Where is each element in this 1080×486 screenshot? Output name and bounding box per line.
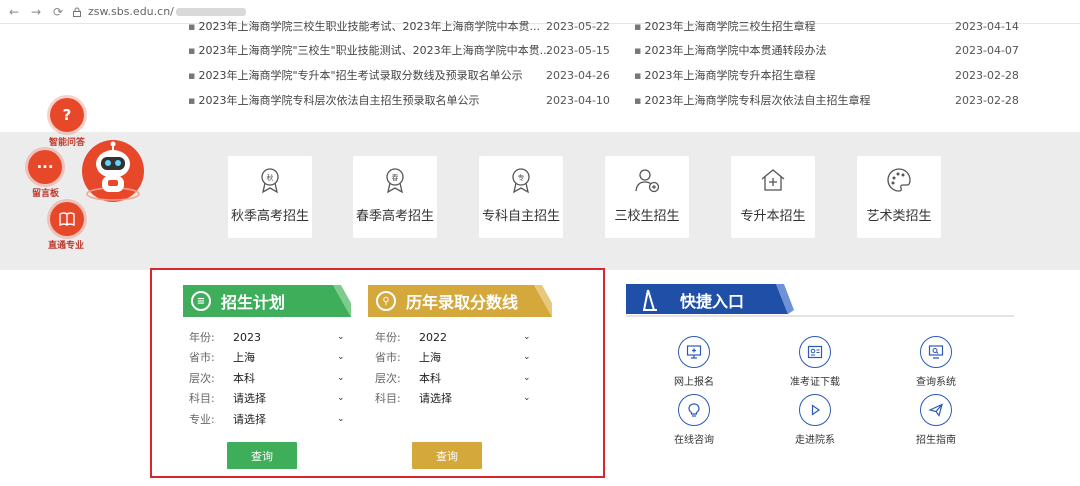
message-board-icon[interactable]: ···: [28, 150, 62, 184]
plan-level-select[interactable]: 层次: 本科 ⌄: [189, 369, 345, 387]
chevron-down-icon: ⌄: [523, 332, 531, 342]
smart-qa-icon[interactable]: ?: [50, 98, 84, 132]
news-date: 2023-02-28: [955, 94, 1019, 107]
quick-query-system[interactable]: 查询系统: [891, 336, 981, 388]
message-board-label: 留言板: [32, 189, 60, 199]
scores-province-select[interactable]: 省市: 上海 ⌄: [375, 348, 531, 366]
category-three-schools[interactable]: 三校生招生: [605, 156, 689, 238]
news-date: 2023-04-26: [546, 69, 610, 82]
chevron-down-icon: ⌄: [337, 352, 345, 362]
quick-online-signup[interactable]: 网上报名: [649, 336, 739, 388]
chevron-down-icon: ⌄: [523, 352, 531, 362]
category-label: 三校生招生: [614, 209, 680, 224]
scores-title: 历年录取分数线: [406, 293, 519, 312]
plan-major-select[interactable]: 专业: 请选择 ⌄: [189, 410, 345, 428]
robot-mascot-icon[interactable]: [80, 138, 146, 204]
quick-online-consult[interactable]: 在线咨询: [649, 394, 739, 446]
list-icon: ≡: [191, 291, 211, 311]
news-item[interactable]: ▪ 2023年上海商学院三校生招生章程: [634, 16, 815, 36]
plan-header: ≡ 招生计划: [183, 286, 333, 316]
news-item[interactable]: ▪ 2023年上海商学院"三校生"职业技能测试、2023年上海商学院中本贯...: [188, 40, 550, 60]
quick-admission-guide[interactable]: 招生指南: [891, 394, 981, 446]
plan-year-select[interactable]: 年份: 2023 ⌄: [189, 328, 345, 346]
category-label: 春季高考招生: [355, 209, 434, 224]
scores-year-select[interactable]: 年份: 2022 ⌄: [375, 328, 531, 346]
house-plus-icon: [761, 169, 785, 191]
news-item[interactable]: ▪ 2023年上海商学院专升本招生章程: [634, 65, 815, 85]
news-item[interactable]: ▪ 2023年上海商学院专科层次依法自主招生预录取名单公示: [188, 90, 479, 110]
chevron-down-icon: ⌄: [337, 332, 345, 342]
category-specialty-independent[interactable]: 专 专科自主招生: [479, 156, 563, 238]
news-item[interactable]: ▪ 2023年上海商学院中本贯通转段办法: [634, 40, 826, 60]
news-date: 2023-04-14: [955, 20, 1019, 33]
category-label: 秋季高考招生: [230, 209, 309, 224]
scores-subject-select[interactable]: 科目: 请选择 ⌄: [375, 389, 531, 407]
bulb-consult-icon: [678, 394, 710, 426]
scores-level-select[interactable]: 层次: 本科 ⌄: [375, 369, 531, 387]
scores-header: ⚲ 历年录取分数线: [368, 286, 538, 316]
palette-icon: [887, 168, 911, 192]
autumn-medal-icon: 秋: [261, 168, 279, 194]
quick-departments[interactable]: 走进院系: [770, 394, 860, 446]
paper-plane-icon: [920, 394, 952, 426]
svg-text:专: 专: [518, 173, 525, 182]
chevron-down-icon: ⌄: [523, 373, 531, 383]
person-add-icon: [635, 169, 660, 193]
lock-icon: [73, 7, 81, 17]
quick-admission-ticket[interactable]: 准考证下载: [770, 336, 860, 388]
news-item[interactable]: ▪ 2023年上海商学院专科层次依法自主招生章程: [634, 90, 870, 110]
plan-subject-select[interactable]: 科目: 请选择 ⌄: [189, 389, 345, 407]
plan-province-select[interactable]: 省市: 上海 ⌄: [189, 348, 345, 366]
chevron-down-icon: ⌄: [337, 414, 345, 424]
category-spring-exam[interactable]: 春 春季高考招生: [353, 156, 437, 238]
category-arts[interactable]: 艺术类招生: [857, 156, 941, 238]
query-system-icon: [920, 336, 952, 368]
category-autumn-exam[interactable]: 秋 秋季高考招生: [228, 156, 312, 238]
admission-ticket-icon: [799, 336, 831, 368]
category-label: 专科自主招生: [481, 209, 560, 224]
news-item[interactable]: ▪ 2023年上海商学院三校生职业技能考试、2023年上海商学院中本贯...: [188, 16, 540, 36]
quick-title: 快捷入口: [680, 292, 745, 311]
plan-query-button[interactable]: 查询: [227, 442, 297, 469]
plan-title: 招生计划: [221, 293, 286, 312]
direct-major-label: 直通专业: [48, 241, 85, 251]
news-date: 2023-05-22: [546, 20, 610, 33]
search-icon: ⚲: [376, 291, 396, 311]
svg-text:春: 春: [392, 173, 399, 182]
chevron-down-icon: ⌄: [337, 393, 345, 403]
news-item[interactable]: ▪ 2023年上海商学院"专升本"招生考试录取分数线及预录取名单公示: [188, 65, 523, 85]
news-date: 2023-02-28: [955, 69, 1019, 82]
play-circle-icon: [799, 394, 831, 426]
news-list: ▪ 2023年上海商学院三校生职业技能考试、2023年上海商学院中本贯... 20…: [0, 18, 1080, 118]
scores-query-button[interactable]: 查询: [412, 442, 482, 469]
svg-text:秋: 秋: [267, 173, 274, 182]
spring-medal-icon: 春: [386, 168, 404, 194]
book-icon[interactable]: [50, 202, 84, 236]
online-signup-icon: [678, 336, 710, 368]
category-label: 艺术类招生: [866, 209, 932, 224]
specialty-medal-icon: 专: [512, 168, 530, 194]
news-date: 2023-04-07: [955, 44, 1019, 57]
category-label: 专升本招生: [740, 209, 806, 224]
url-redacted: [175, 7, 246, 16]
url-text: zsw.sbs.edu.cn/: [88, 5, 174, 18]
news-date: 2023-04-10: [546, 94, 610, 107]
chevron-down-icon: ⌄: [523, 393, 531, 403]
news-date: 2023-05-15: [546, 44, 610, 57]
chevron-down-icon: ⌄: [337, 373, 345, 383]
category-upgrade[interactable]: 专升本招生: [731, 156, 815, 238]
